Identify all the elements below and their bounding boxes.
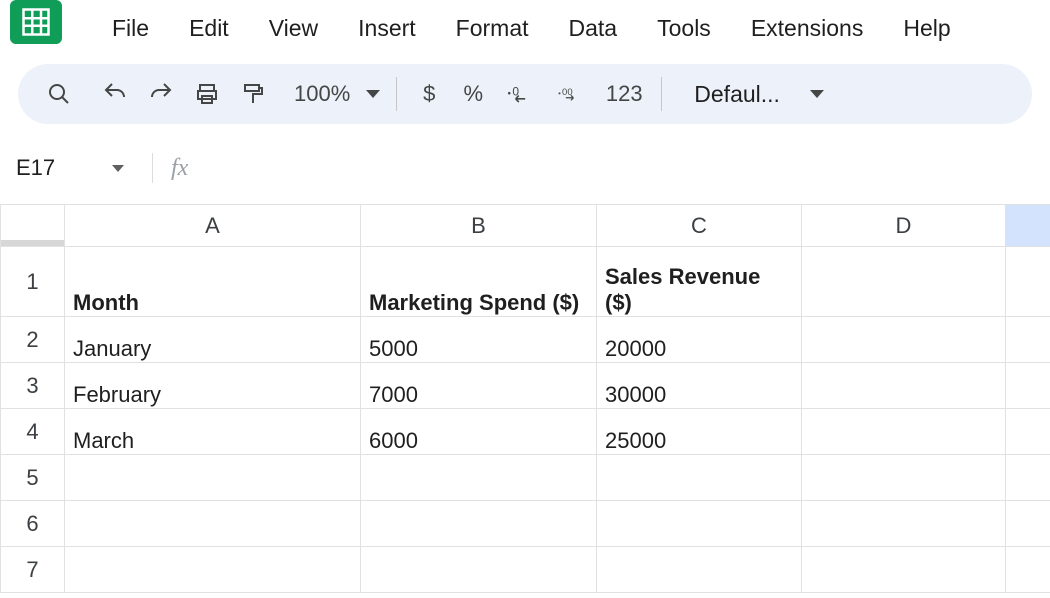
cell[interactable]: [802, 409, 1006, 455]
cell[interactable]: [802, 501, 1006, 547]
spreadsheet-grid: A B C D 1MonthMarketing Spend ($)Sales R…: [0, 204, 1050, 593]
cell[interactable]: [361, 547, 597, 593]
menu-tools[interactable]: Tools: [641, 9, 727, 48]
cell[interactable]: [361, 501, 597, 547]
row-header[interactable]: 4: [1, 409, 65, 455]
cell[interactable]: [1006, 409, 1050, 455]
column-header-a[interactable]: A: [65, 205, 361, 247]
cell[interactable]: February: [65, 363, 361, 409]
cell[interactable]: Marketing Spend ($): [361, 247, 597, 317]
cell[interactable]: [65, 547, 361, 593]
redo-button[interactable]: [138, 71, 184, 117]
menu-view[interactable]: View: [253, 9, 334, 48]
print-button[interactable]: [184, 71, 230, 117]
chevron-down-icon: [810, 90, 824, 98]
column-header-d[interactable]: D: [802, 205, 1006, 247]
cell[interactable]: [65, 455, 361, 501]
row-header[interactable]: 5: [1, 455, 65, 501]
format-percent-button[interactable]: %: [451, 81, 495, 107]
cell[interactable]: [1006, 363, 1050, 409]
cell[interactable]: [597, 501, 802, 547]
cell[interactable]: [1006, 501, 1050, 547]
paint-format-button[interactable]: [230, 71, 276, 117]
font-label: Defaul...: [686, 81, 788, 108]
chevron-down-icon: [366, 90, 380, 98]
cell[interactable]: 20000: [597, 317, 802, 363]
cell[interactable]: [65, 501, 361, 547]
cell[interactable]: Month: [65, 247, 361, 317]
fx-icon: fx: [171, 155, 188, 182]
formula-input[interactable]: [188, 146, 1050, 190]
menu-format[interactable]: Format: [440, 9, 545, 48]
more-formats-button[interactable]: 123: [597, 81, 651, 107]
decrease-decimal-icon: 0: [506, 82, 530, 106]
toolbar: 100% $ % 0 00 123 Defaul...: [18, 64, 1032, 124]
menu-extensions[interactable]: Extensions: [735, 9, 880, 48]
search-button[interactable]: [36, 71, 82, 117]
name-box-value: E17: [16, 155, 55, 181]
cell[interactable]: 7000: [361, 363, 597, 409]
menu-data[interactable]: Data: [553, 9, 634, 48]
cell[interactable]: Sales Revenue ($): [597, 247, 802, 317]
row-header[interactable]: 1: [1, 247, 65, 317]
cell[interactable]: [802, 247, 1006, 317]
paint-format-icon: [241, 82, 265, 106]
cell[interactable]: January: [65, 317, 361, 363]
cell[interactable]: [1006, 247, 1050, 317]
format-currency-button[interactable]: $: [407, 81, 451, 107]
column-header-c[interactable]: C: [597, 205, 802, 247]
cell[interactable]: [802, 547, 1006, 593]
increase-decimal-icon: 00: [557, 82, 581, 106]
toolbar-separator: [661, 77, 662, 111]
svg-text:00: 00: [562, 87, 573, 98]
cell[interactable]: [1006, 547, 1050, 593]
zoom-dropdown[interactable]: 100%: [276, 81, 386, 107]
cell[interactable]: [802, 317, 1006, 363]
cell[interactable]: [597, 547, 802, 593]
cell[interactable]: 30000: [597, 363, 802, 409]
menu-insert[interactable]: Insert: [342, 9, 432, 48]
decrease-decimal-button[interactable]: 0: [495, 71, 541, 117]
font-dropdown[interactable]: Defaul...: [672, 81, 830, 108]
menu-edit[interactable]: Edit: [173, 9, 245, 48]
sheets-icon: [19, 7, 53, 37]
formula-bar-row: E17 fx: [0, 146, 1050, 190]
search-icon: [47, 82, 71, 106]
cell[interactable]: 5000: [361, 317, 597, 363]
redo-icon: [149, 82, 173, 106]
print-icon: [195, 82, 219, 106]
menu-file[interactable]: File: [96, 9, 165, 48]
undo-icon: [103, 82, 127, 106]
name-box[interactable]: E17: [6, 153, 134, 183]
row-header[interactable]: 6: [1, 501, 65, 547]
cell[interactable]: 25000: [597, 409, 802, 455]
select-all-corner[interactable]: [1, 205, 65, 247]
cell[interactable]: [1006, 317, 1050, 363]
cell[interactable]: [802, 363, 1006, 409]
row-header[interactable]: 3: [1, 363, 65, 409]
menu-help[interactable]: Help: [887, 9, 966, 48]
row-header[interactable]: 2: [1, 317, 65, 363]
cell[interactable]: [361, 455, 597, 501]
undo-button[interactable]: [92, 71, 138, 117]
column-header-e[interactable]: [1006, 205, 1050, 247]
row-header[interactable]: 7: [1, 547, 65, 593]
toolbar-separator: [396, 77, 397, 111]
cell[interactable]: [802, 455, 1006, 501]
sheets-logo[interactable]: [10, 0, 62, 44]
column-header-b[interactable]: B: [361, 205, 597, 247]
cell[interactable]: March: [65, 409, 361, 455]
menu-bar: File Edit View Insert Format Data Tools …: [0, 0, 1050, 60]
cell[interactable]: 6000: [361, 409, 597, 455]
increase-decimal-button[interactable]: 00: [541, 71, 597, 117]
cell[interactable]: [1006, 455, 1050, 501]
formula-bar-separator: [152, 153, 153, 183]
cell[interactable]: [597, 455, 802, 501]
chevron-down-icon: [112, 165, 124, 172]
zoom-label: 100%: [286, 81, 358, 107]
